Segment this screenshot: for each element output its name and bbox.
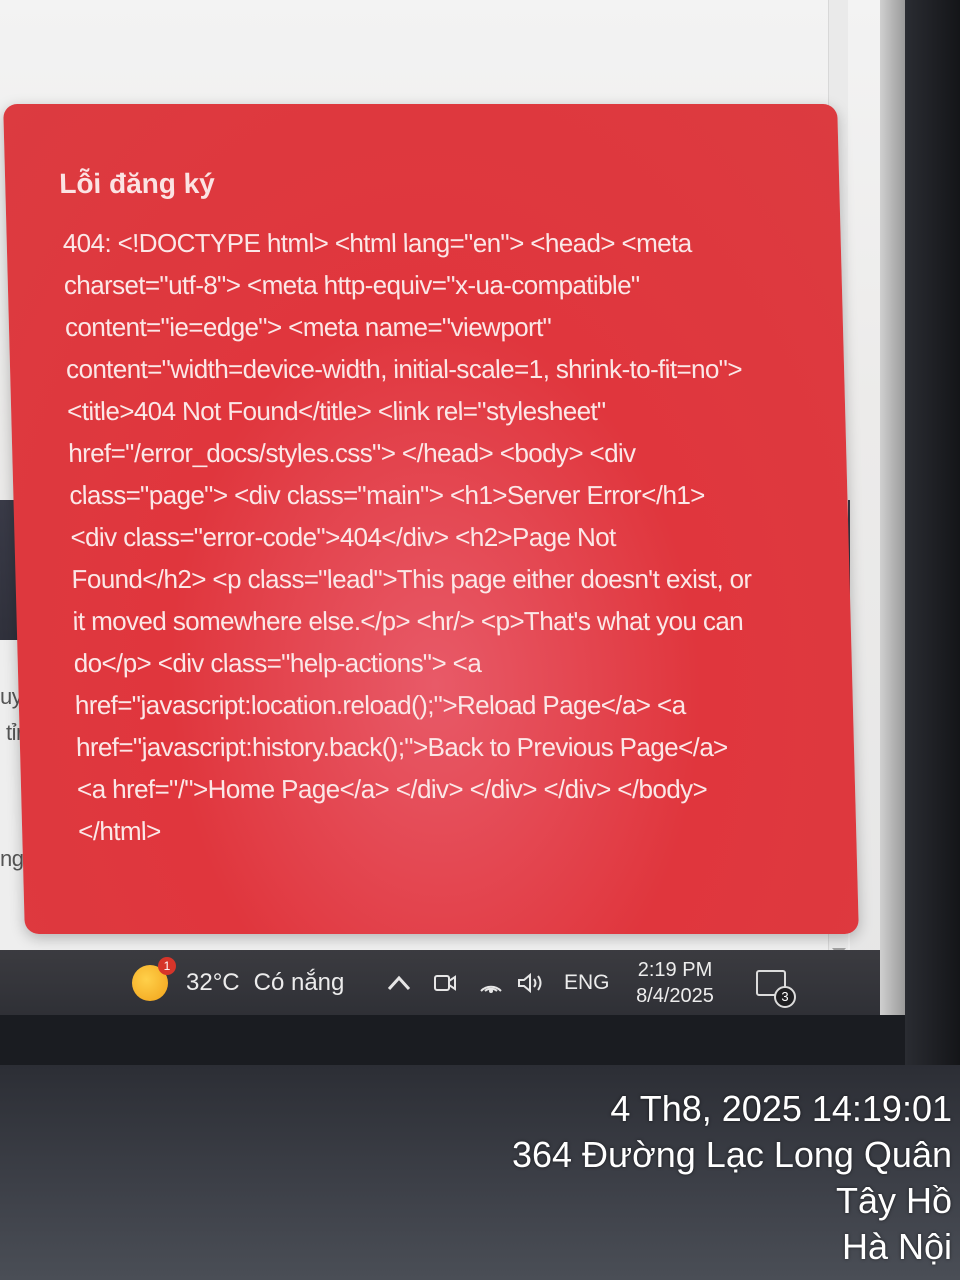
show-hidden-icons-button[interactable] bbox=[386, 950, 412, 1015]
monitor: uyên tỉnh nguye Lỗi đăng ký 404: <!DOCTY… bbox=[0, 0, 960, 1065]
notification-icon: 3 bbox=[756, 969, 796, 1008]
monitor-bezel bbox=[905, 0, 960, 1065]
taskbar: 1 32°C Có nắng ENG 2:19 PM 8/4/2025 3 bbox=[0, 950, 905, 1015]
meet-now-icon bbox=[434, 974, 456, 991]
stamp-city: Hà Nội bbox=[841, 1226, 952, 1267]
wifi-icon bbox=[480, 985, 502, 993]
network-button[interactable] bbox=[478, 950, 504, 1015]
stamp-datetime: 4 Th8, 2025 14:19:01 bbox=[610, 1088, 952, 1129]
language-label: ENG bbox=[564, 970, 610, 994]
weather-badge: 1 bbox=[158, 956, 176, 975]
error-toast[interactable]: Lỗi đăng ký 404: <!DOCTYPE html> <html l… bbox=[3, 104, 859, 934]
stamp-district: Tây Hồ bbox=[835, 1180, 952, 1221]
language-indicator[interactable]: ENG bbox=[564, 950, 610, 1015]
toast-title: Lỗi đăng ký bbox=[58, 168, 216, 199]
toast-message: 404: <!DOCTYPE html> <html lang="en"> <h… bbox=[62, 228, 752, 846]
volume-icon bbox=[518, 972, 542, 993]
screen: uyên tỉnh nguye Lỗi đăng ký 404: <!DOCTY… bbox=[0, 0, 905, 1015]
weather-widget[interactable]: 1 32°C Có nắng bbox=[132, 950, 344, 1015]
chevron-up-icon bbox=[387, 975, 411, 990]
notification-count: 3 bbox=[774, 985, 796, 1008]
weather-text: Có nắng bbox=[253, 968, 345, 996]
volume-button[interactable] bbox=[516, 950, 546, 1015]
photo-timestamp-overlay: 4 Th8, 2025 14:19:01 364 Đường Lạc Long … bbox=[512, 1086, 952, 1270]
clock-time: 2:19 PM bbox=[637, 958, 713, 981]
weather-icon: 1 bbox=[132, 956, 176, 1001]
clock[interactable]: 2:19 PM 8/4/2025 bbox=[630, 950, 720, 1015]
clock-date: 8/4/2025 bbox=[636, 984, 714, 1007]
notification-center-button[interactable]: 3 bbox=[756, 950, 796, 1015]
meet-now-button[interactable] bbox=[432, 950, 458, 1015]
monitor-bezel-edge bbox=[880, 0, 905, 1015]
temperature: 32°C bbox=[186, 968, 240, 996]
stamp-address: 364 Đường Lạc Long Quân bbox=[511, 1134, 952, 1175]
